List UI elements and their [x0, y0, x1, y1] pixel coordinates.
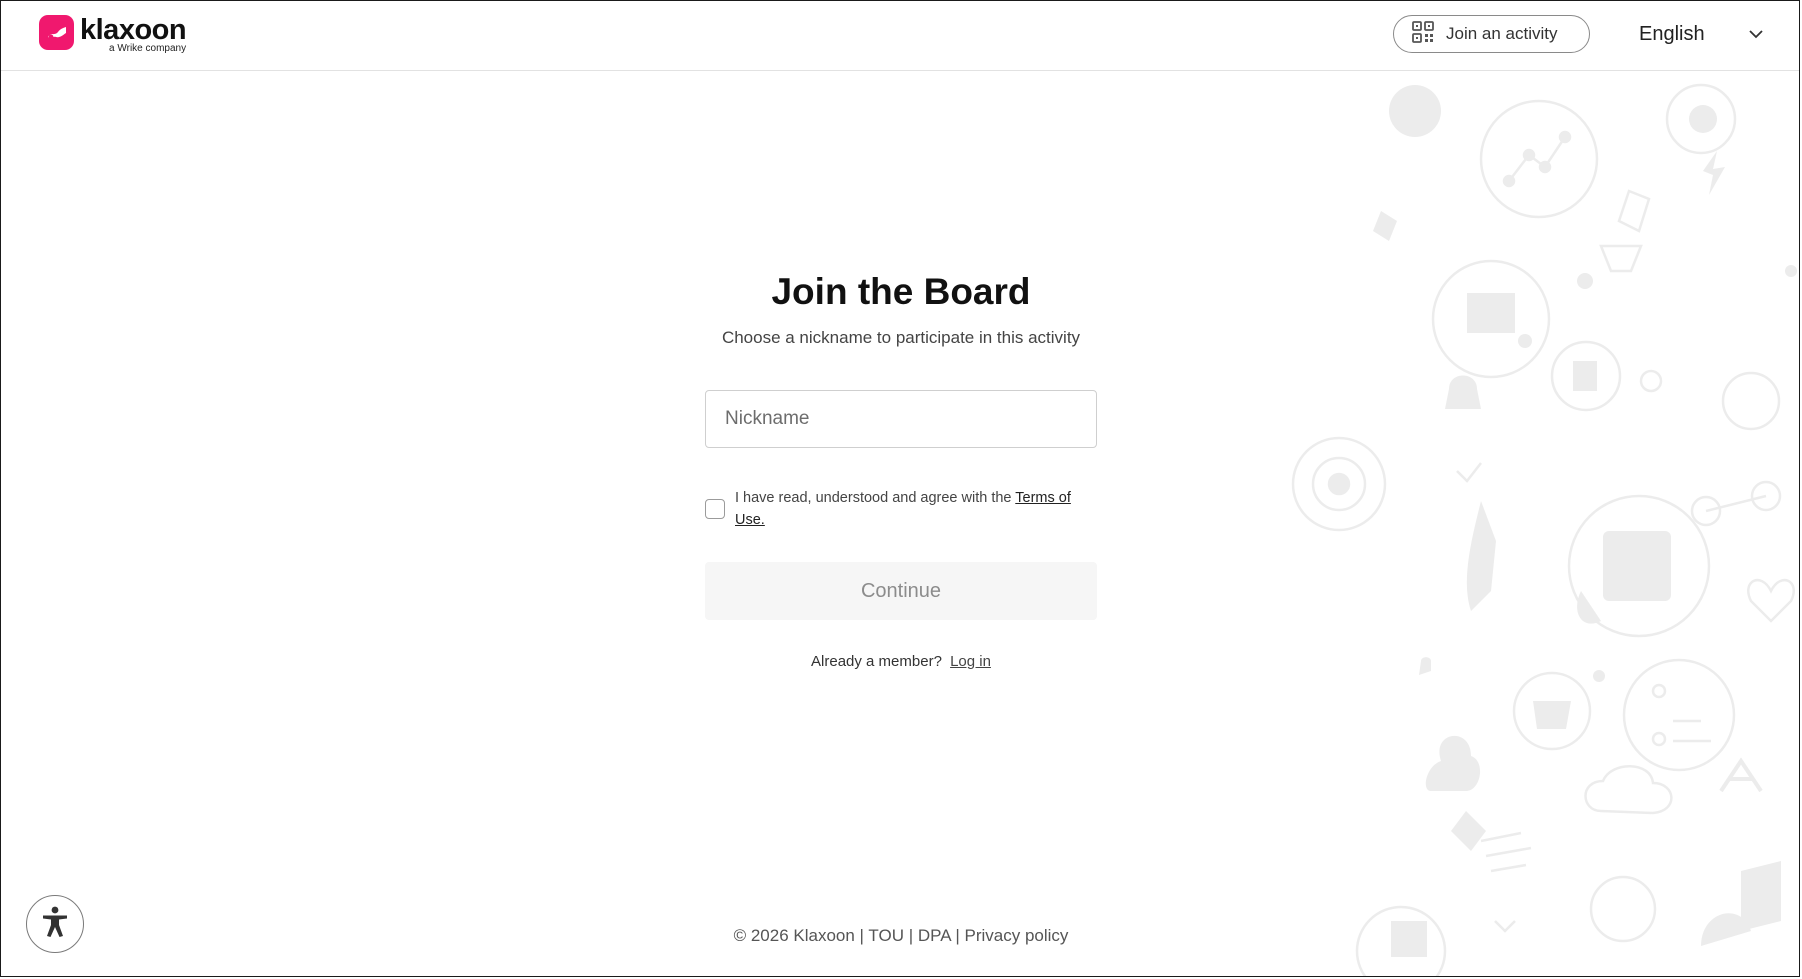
- klaxoon-logo-icon: [39, 15, 74, 50]
- tou-link[interactable]: TOU: [868, 926, 904, 945]
- page-subtitle: Choose a nickname to participate in this…: [721, 328, 1081, 347]
- top-bar: klaxoon a Wrike company Join an activity…: [1, 1, 1799, 71]
- chevron-down-icon: [1748, 26, 1763, 44]
- qr-code-icon: [1412, 20, 1434, 48]
- page-frame: klaxoon a Wrike company Join an activity…: [0, 0, 1800, 977]
- accessibility-person-icon: [41, 906, 69, 943]
- language-select[interactable]: English: [1639, 23, 1763, 46]
- page-title: Join the Board: [771, 271, 1031, 312]
- footer-separator: |: [854, 926, 869, 945]
- login-prompt: Already a member? Log in: [1, 653, 1799, 670]
- join-activity-button[interactable]: Join an activity: [1393, 15, 1590, 53]
- terms-agreement-text: I have read, understood and agree with t…: [735, 487, 1080, 531]
- accessibility-button[interactable]: [26, 895, 84, 953]
- privacy-policy-link[interactable]: Privacy policy: [964, 926, 1068, 945]
- terms-agreement: I have read, understood and agree with t…: [705, 487, 1105, 531]
- language-label: English: [1639, 23, 1705, 45]
- terms-checkbox[interactable]: [705, 499, 725, 519]
- footer-separator: |: [903, 926, 918, 945]
- dpa-link[interactable]: DPA: [918, 926, 951, 945]
- klaxoon-logo[interactable]: klaxoon a Wrike company: [39, 14, 187, 54]
- login-link[interactable]: Log in: [950, 653, 991, 670]
- terms-agreement-label: I have read, understood and agree with t…: [735, 490, 1012, 506]
- logo-wordmark: klaxoon: [80, 14, 187, 46]
- join-activity-label: Join an activity: [1446, 24, 1558, 43]
- nickname-input[interactable]: [705, 390, 1097, 448]
- decorative-background-illustration: [1291, 83, 1797, 976]
- footer-separator: |: [950, 926, 965, 945]
- logo-subtext: a Wrike company: [109, 43, 187, 54]
- footer: © 2026 Klaxoon | TOU | DPA | Privacy pol…: [1, 926, 1799, 946]
- continue-button[interactable]: Continue: [705, 562, 1097, 620]
- copyright-text: © 2026 Klaxoon: [733, 926, 855, 945]
- already-member-text: Already a member?: [811, 653, 942, 670]
